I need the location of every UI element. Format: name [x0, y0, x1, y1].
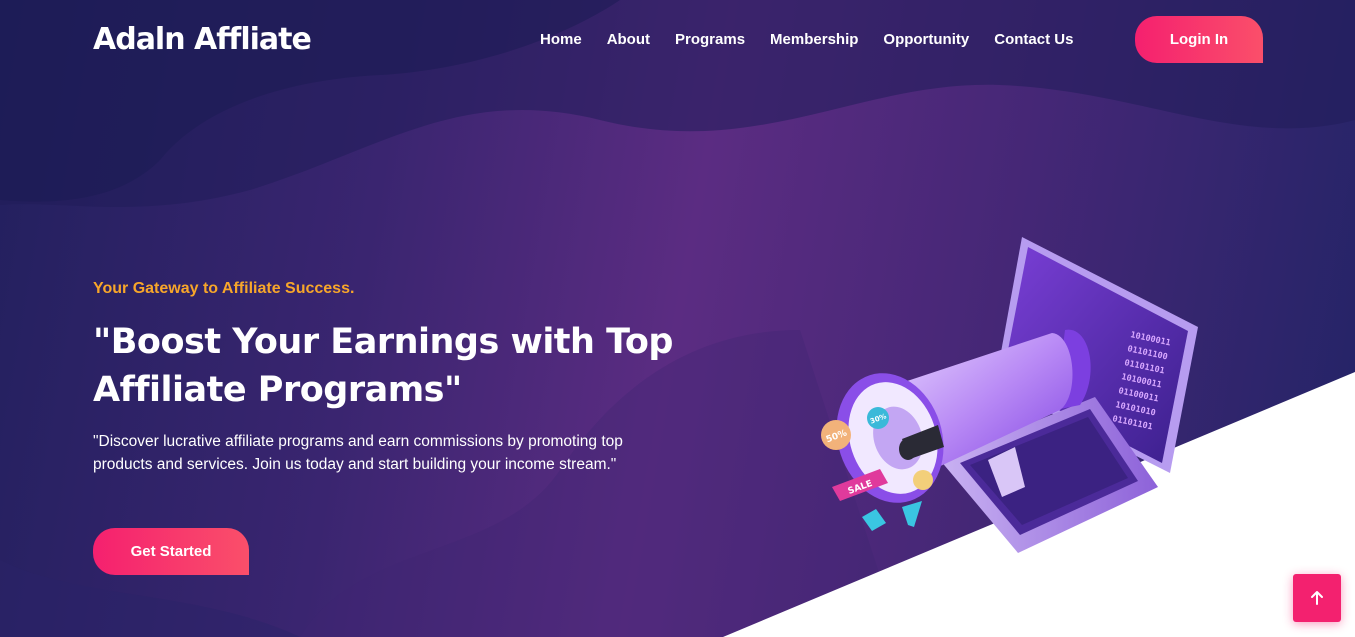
main-nav: Home About Programs Membership Opportuni… [540, 31, 1073, 48]
nav-home[interactable]: Home [540, 31, 582, 48]
login-button[interactable]: Login In [1135, 16, 1263, 63]
arrow-up-icon [1311, 591, 1323, 605]
scroll-to-top-button[interactable] [1293, 574, 1341, 622]
site-header: Adaln Affliate Home About Programs Membe… [0, 0, 1355, 80]
nav-contact-us[interactable]: Contact Us [994, 31, 1073, 48]
megaphone-laptop-illustration: 10100011 01101100 01101101 10100011 0110… [821, 237, 1198, 553]
nav-membership[interactable]: Membership [770, 31, 858, 48]
nav-about[interactable]: About [607, 31, 650, 48]
hero-section: Adaln Affliate Home About Programs Membe… [0, 0, 1355, 637]
hero-description: "Discover lucrative affiliate programs a… [93, 433, 623, 473]
get-started-button[interactable]: Get Started [93, 528, 249, 575]
nav-programs[interactable]: Programs [675, 31, 745, 48]
nav-opportunity[interactable]: Opportunity [883, 31, 969, 48]
hero-tagline: Your Gateway to Affiliate Success. [93, 280, 355, 297]
hero-headline: "Boost Your Earnings with Top Affiliate … [93, 322, 673, 410]
site-logo[interactable]: Adaln Affliate [93, 22, 312, 57]
